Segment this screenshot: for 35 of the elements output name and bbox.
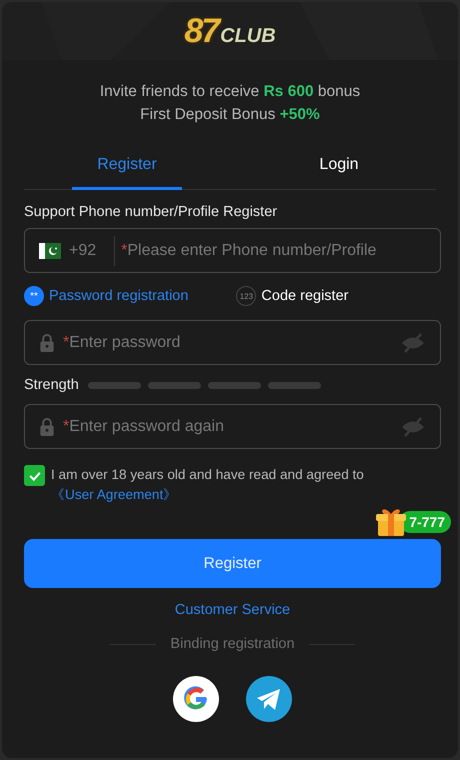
placeholder-text: Enter password bbox=[69, 334, 180, 352]
placeholder-text: Enter password again bbox=[69, 418, 224, 436]
customer-service-link[interactable]: Customer Service bbox=[174, 602, 290, 618]
binding-label: Binding registration bbox=[170, 636, 295, 652]
strength-segment bbox=[208, 382, 261, 388]
country-code[interactable]: +92 bbox=[69, 242, 96, 260]
flag-icon bbox=[39, 242, 61, 258]
strength-label: Strength bbox=[24, 377, 79, 393]
agreement-text: I am over 18 years old and have read and agreed to 《User Agreement》 bbox=[51, 466, 365, 504]
strength-segment bbox=[148, 382, 201, 388]
phone-field[interactable]: +92 *Please enter Phone number/Profile bbox=[24, 228, 441, 273]
lock-icon bbox=[39, 333, 55, 352]
method-option[interactable]: 123 Code register bbox=[236, 286, 348, 306]
phone-label: Support Phone number/Profile Register bbox=[24, 204, 278, 220]
tab[interactable]: Register bbox=[72, 142, 182, 190]
required-mark: * bbox=[63, 334, 70, 352]
gift-badge[interactable]: 7-777 bbox=[375, 506, 451, 538]
required-mark: * bbox=[63, 418, 70, 436]
method-option[interactable]: ** Password registration bbox=[24, 286, 188, 306]
promo-text: First Deposit Bonus +50% bbox=[139, 105, 321, 125]
google-icon[interactable] bbox=[173, 676, 219, 722]
strength-segment bbox=[268, 382, 321, 388]
telegram-icon[interactable] bbox=[246, 676, 292, 722]
club-logo: 87CLUB bbox=[184, 12, 276, 50]
password-field[interactable]: *Enter password again bbox=[24, 404, 441, 449]
promo-text: Invite friends to receive Rs 600 bonus bbox=[98, 82, 362, 102]
strength-segment bbox=[88, 382, 141, 388]
placeholder-text: Please enter Phone number/Profile bbox=[127, 242, 376, 260]
register-button[interactable]: Register bbox=[24, 539, 441, 588]
lock-icon bbox=[39, 417, 55, 436]
user-agreement-link[interactable]: 《User Agreement》 bbox=[51, 487, 178, 502]
required-mark: * bbox=[121, 242, 128, 260]
tab[interactable]: Login bbox=[242, 142, 436, 190]
password-field[interactable]: *Enter password bbox=[24, 320, 441, 365]
checkbox[interactable] bbox=[24, 465, 45, 486]
